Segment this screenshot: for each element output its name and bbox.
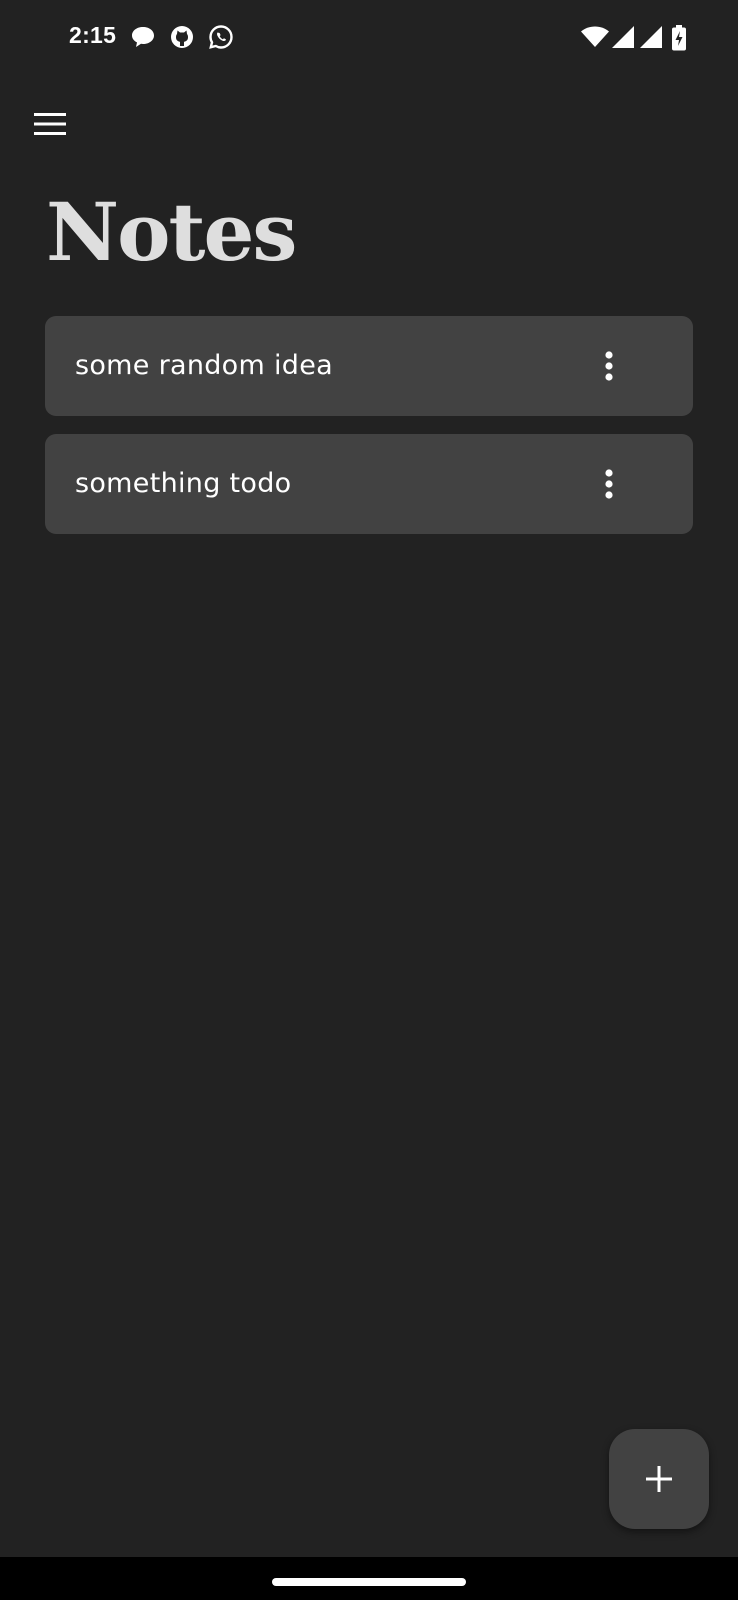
notes-list: some random idea something todo [45, 316, 693, 552]
chat-bubble-icon [130, 24, 156, 50]
note-card[interactable]: something todo [45, 434, 693, 534]
signal-icon [638, 25, 664, 49]
status-time: 2:15 [69, 22, 117, 48]
menu-button[interactable] [24, 98, 76, 150]
more-vert-icon [605, 469, 613, 499]
note-card[interactable]: some random idea [45, 316, 693, 416]
hamburger-menu-icon [34, 113, 66, 135]
signal-icon [610, 25, 636, 49]
whatsapp-icon [208, 24, 234, 50]
note-more-button[interactable] [585, 342, 633, 390]
wifi-icon [580, 25, 610, 49]
plus-icon [645, 1465, 673, 1493]
add-note-button[interactable] [609, 1429, 709, 1529]
page-title: Notes [46, 185, 297, 279]
note-title: something todo [75, 468, 292, 499]
note-more-button[interactable] [585, 460, 633, 508]
github-icon [169, 24, 195, 50]
battery-charging-icon [671, 25, 687, 51]
status-bar: 2:15 [0, 0, 738, 76]
note-title: some random idea [75, 350, 333, 381]
more-vert-icon [605, 351, 613, 381]
home-gesture-handle[interactable] [272, 1578, 466, 1586]
navigation-bar [0, 1557, 738, 1600]
